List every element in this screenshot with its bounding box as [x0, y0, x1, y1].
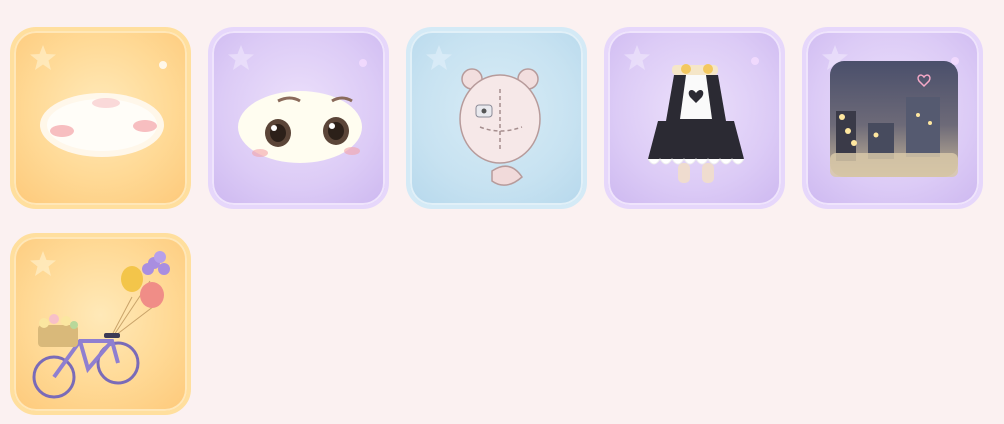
item-slot-eyes[interactable]	[208, 27, 389, 209]
balloon-bicycle-icon	[32, 251, 170, 399]
item-slot-balloon-bicycle[interactable]	[10, 233, 191, 415]
item-slot-maid-dress[interactable]	[604, 27, 785, 209]
bear-plush-icon	[459, 68, 541, 186]
sparkle-icon	[751, 57, 759, 65]
inventory-grid	[10, 27, 983, 415]
sparkle-icon	[951, 57, 959, 65]
item-slot-bear-plush[interactable]	[406, 27, 587, 209]
blush-makeup-icon	[40, 93, 164, 157]
item-slot-night-street-background[interactable]	[802, 27, 983, 209]
sparkle-icon	[159, 61, 167, 69]
eyes-makeup-icon	[238, 91, 362, 163]
item-slot-blush[interactable]	[10, 27, 191, 209]
sparkle-icon	[359, 59, 367, 67]
